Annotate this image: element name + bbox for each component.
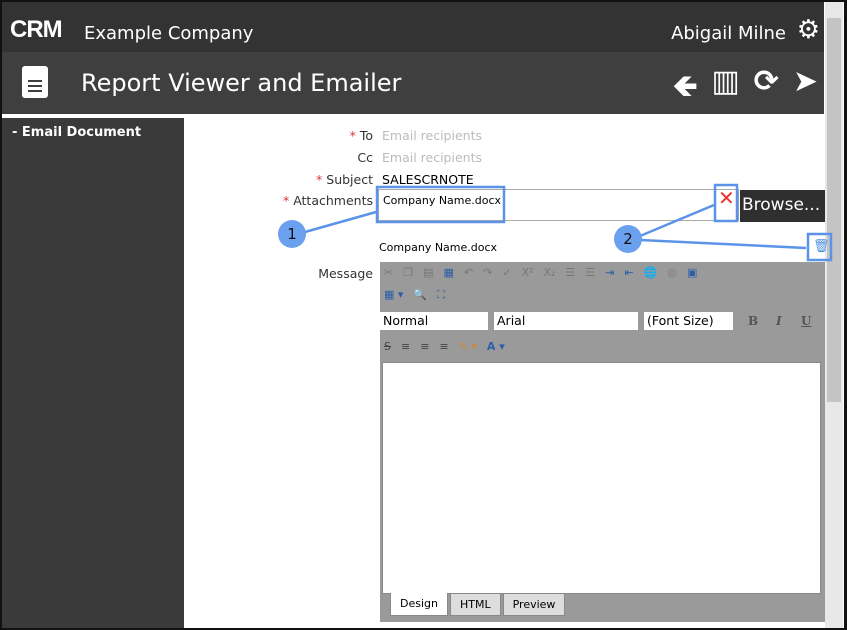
- highlight-box-trash: [806, 232, 833, 262]
- arrow-2b: [639, 238, 807, 250]
- annotation-1: 1: [278, 220, 306, 248]
- arrow-2a: [639, 203, 715, 238]
- highlight-box-1: [375, 185, 506, 224]
- annotation-overlay: [304, 183, 833, 262]
- annotation-2: 2: [614, 225, 642, 253]
- highlight-box-x: [713, 183, 739, 223]
- arrow-1: [304, 210, 377, 234]
